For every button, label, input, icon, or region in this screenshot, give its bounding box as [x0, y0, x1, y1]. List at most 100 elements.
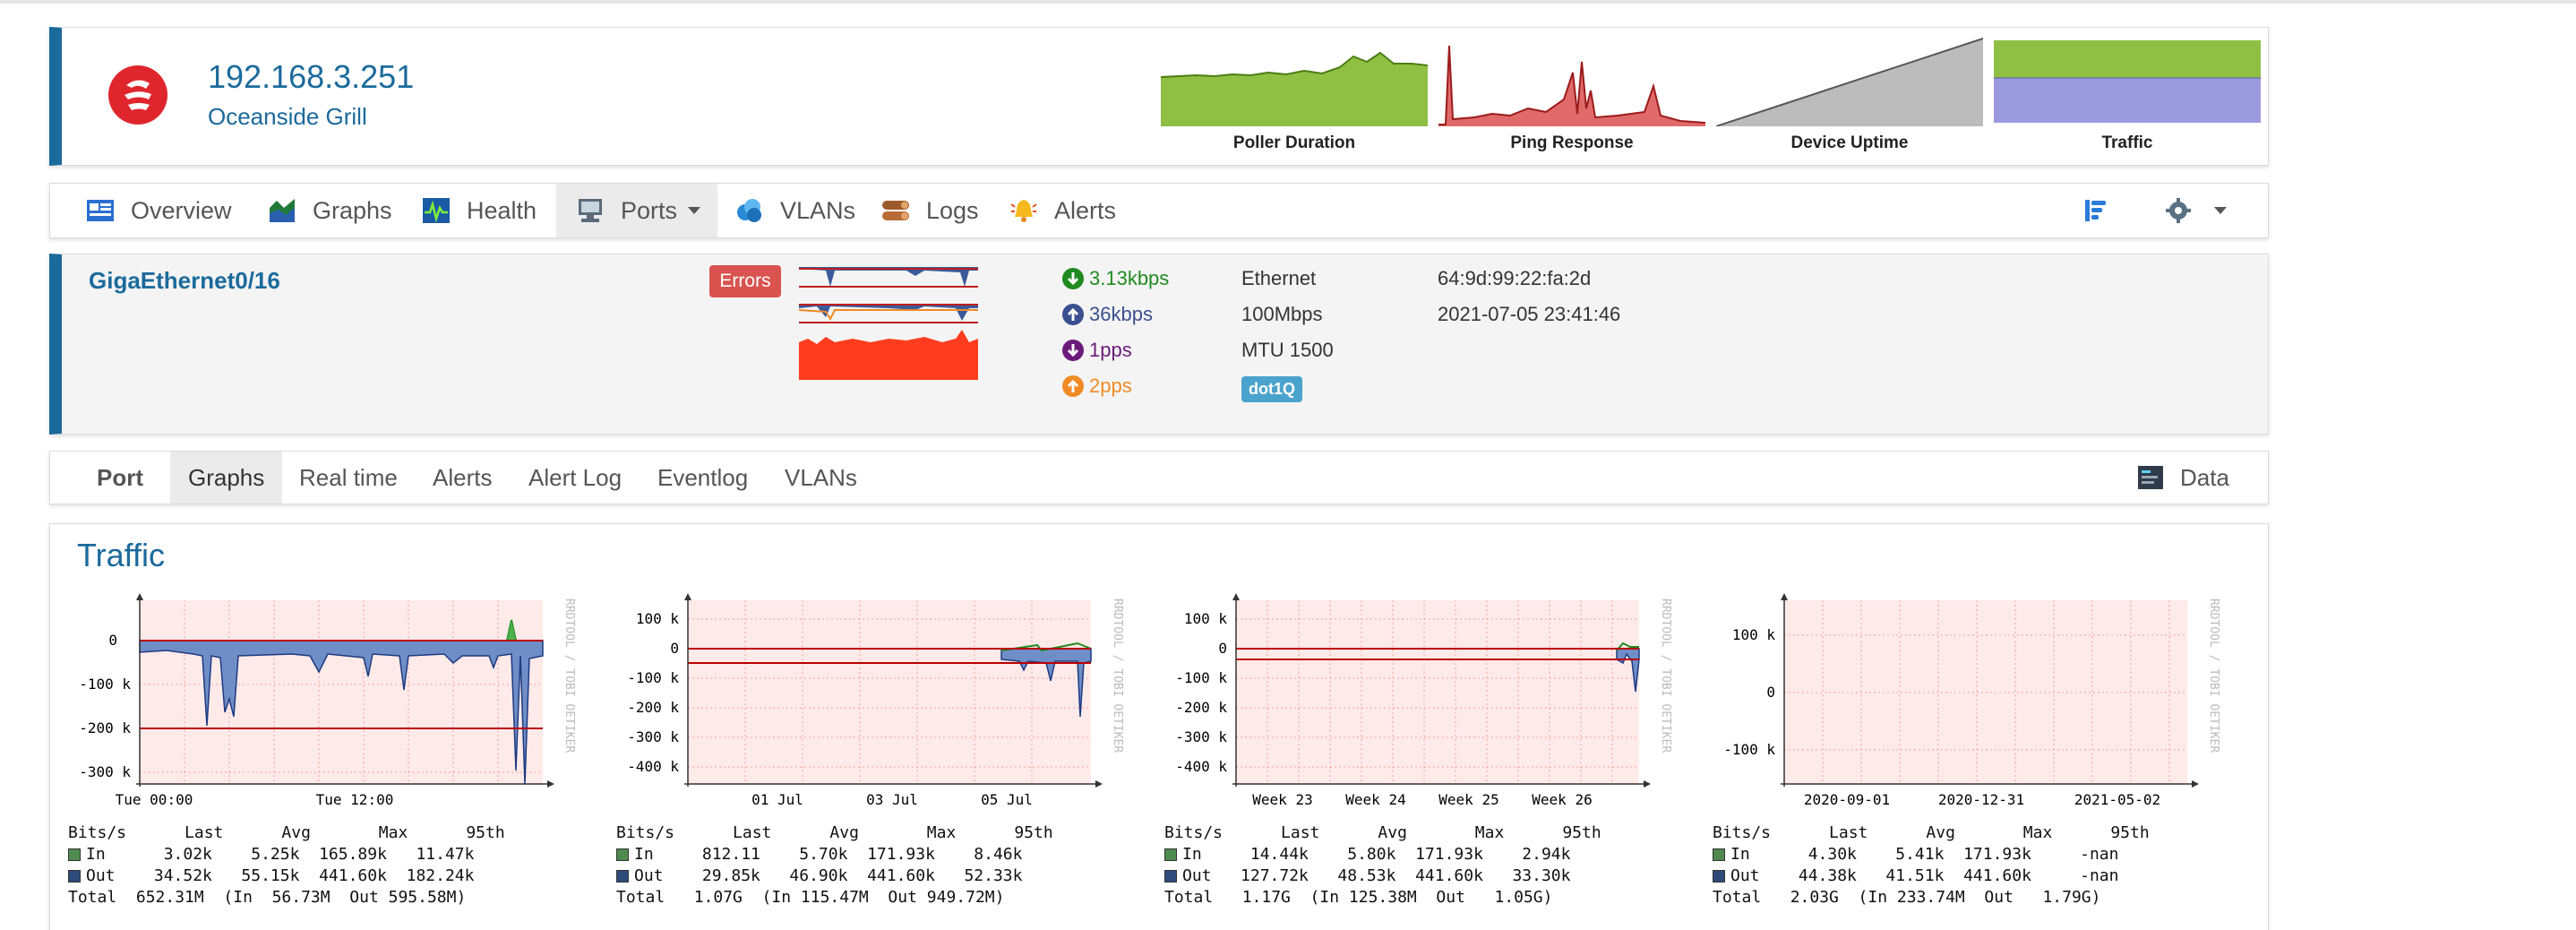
y-tick: -100 k	[79, 676, 131, 693]
legend-in-row: In 14.44k 5.80k 171.93k 2.94k	[1182, 845, 1571, 864]
device-header: 192.168.3.251 Oceanside Grill Poller Dur…	[49, 27, 2269, 166]
out-swatch	[1164, 870, 1177, 883]
nav-label: Health	[467, 196, 537, 224]
legend-header: Bits/s Last Avg Max 95th	[68, 823, 505, 842]
y-tick: 100 k	[1184, 610, 1228, 627]
nav-label: VLANs	[780, 196, 856, 224]
minigraph-label: Device Uptime	[1790, 133, 1909, 152]
nav-graphs[interactable]: Graphs	[268, 184, 392, 237]
y-tick: -300 k	[1175, 728, 1227, 745]
in-swatch	[68, 848, 81, 861]
nav-list-button[interactable]	[2082, 184, 2126, 237]
port-in-pps: 1pps	[1062, 339, 1132, 362]
data-button[interactable]: Data	[2119, 452, 2247, 504]
minigraph-label: Traffic	[2101, 133, 2153, 152]
alerts-icon	[1010, 200, 1037, 222]
out-swatch	[616, 870, 629, 883]
tab-alerts[interactable]: Alerts	[415, 452, 510, 504]
nav-settings-button[interactable]	[2164, 184, 2227, 237]
rrdtool-watermark: RRDTOOL / TOBI OETIKER	[1659, 598, 1672, 753]
in-swatch	[1713, 848, 1725, 861]
in-swatch	[616, 848, 629, 861]
in-swatch	[1164, 848, 1177, 861]
gear-icon	[2166, 198, 2191, 223]
tab-real-time[interactable]: Real time	[281, 452, 416, 504]
subnav-brand-port[interactable]: Port	[79, 452, 161, 504]
vlans-icon	[737, 199, 761, 222]
arrow-up-icon	[1062, 375, 1084, 397]
legend-out-row: Out 44.38k 41.51k 441.60k -nan	[1730, 866, 2119, 885]
legend-in-row: In 3.02k 5.25k 165.89k 11.47k	[86, 845, 475, 864]
port-last-change: 2021-07-05 23:41:46	[1438, 303, 1621, 325]
nav-overview[interactable]: Overview	[86, 184, 232, 237]
graph-legend: Bits/s Last Avg Max 95th In 4.30k 5.41k 1…	[1713, 822, 2150, 908]
port-out-rate: 36kbps	[1062, 303, 1153, 326]
x-tick: Week 25	[1438, 791, 1498, 808]
y-tick: -200 k	[79, 719, 131, 736]
vlan-tag-badge: dot1Q	[1241, 376, 1302, 402]
port-out-pps: 2pps	[1062, 375, 1132, 398]
port-sparkline-graphs[interactable]	[799, 263, 978, 380]
traffic-graph-day[interactable]: 0 -100 k -200 k -300 k Tue 00:00 Tue 12:…	[59, 591, 579, 930]
graph-legend: Bits/s Last Avg Max 95th In 812.11 5.70k …	[616, 822, 1053, 908]
y-tick: -100 k	[627, 669, 679, 686]
ping-response-minigraph[interactable]: Ping Response	[1438, 37, 1705, 167]
port-in-rate: 3.13kbps	[1062, 267, 1169, 290]
port-speed: 100Mbps	[1241, 303, 1323, 325]
x-tick: Week 26	[1532, 791, 1592, 808]
out-rate-value: 36kbps	[1089, 303, 1153, 325]
arrow-down-icon	[1062, 268, 1084, 289]
tab-graphs[interactable]: Graphs	[170, 452, 283, 504]
tab-alert-log[interactable]: Alert Log	[511, 452, 640, 504]
minigraph-label: Poller Duration	[1232, 133, 1356, 152]
nav-label: Ports	[621, 196, 678, 224]
y-tick: -200 k	[627, 699, 679, 716]
legend-header: Bits/s Last Avg Max 95th	[1713, 823, 2150, 842]
x-tick: 2020-09-01	[1804, 791, 1890, 808]
y-tick: -400 k	[627, 758, 679, 775]
nav-label: Overview	[131, 196, 232, 224]
out-swatch	[68, 870, 81, 883]
data-table-icon	[2138, 466, 2163, 489]
device-logo-icon	[108, 65, 167, 125]
device-uptime-minigraph[interactable]: Device Uptime	[1716, 37, 1983, 167]
y-tick: 0	[1218, 640, 1227, 657]
tab-vlans[interactable]: VLANs	[767, 452, 875, 504]
graphs-icon	[270, 199, 295, 222]
port-name-link[interactable]: GigaEthernet0/16	[89, 267, 280, 295]
graph-legend: Bits/s Last Avg Max 95th In 14.44k 5.80k …	[1164, 822, 1601, 908]
traffic-graph-year[interactable]: 100 k 0 -100 k 2020-09-01 2020-12-31 202…	[1704, 591, 2223, 930]
nav-health[interactable]: Health	[422, 184, 537, 237]
nav-ports[interactable]: Ports	[556, 184, 717, 237]
device-hostname[interactable]: 192.168.3.251	[208, 58, 414, 96]
nav-label: Logs	[926, 196, 979, 224]
device-nav-bar: Overview Graphs Health Ports VLANs Logs …	[49, 183, 2269, 238]
nav-logs[interactable]: Logs	[881, 184, 979, 237]
out-pps-value: 2pps	[1089, 375, 1132, 397]
logs-icon	[882, 201, 909, 220]
x-tick: Tue 12:00	[316, 791, 394, 808]
x-tick: Week 23	[1252, 791, 1312, 808]
port-type: Ethernet	[1241, 267, 1317, 289]
y-tick: 100 k	[636, 610, 680, 627]
arrow-up-icon	[1062, 304, 1084, 325]
health-icon	[423, 198, 450, 223]
tab-eventlog[interactable]: Eventlog	[640, 452, 766, 504]
traffic-graph-month[interactable]: 100 k 0 -100 k -200 k -300 k -400 k Week…	[1155, 591, 1675, 930]
rrdtool-watermark: RRDTOOL / TOBI OETIKER	[1111, 598, 1124, 753]
minigraph-label: Ping Response	[1510, 133, 1634, 152]
ports-icon	[579, 199, 602, 222]
nav-vlans[interactable]: VLANs	[735, 184, 855, 237]
traffic-panel: Traffic 0 -100 k -200 k -300 k Tue 00:00…	[49, 523, 2269, 930]
port-summary-panel: GigaEthernet0/16 Errors 3.13kbps 36kbps …	[49, 254, 2269, 435]
traffic-minigraph[interactable]: Traffic	[1994, 37, 2261, 167]
legend-header: Bits/s Last Avg Max 95th	[1164, 823, 1601, 842]
poller-duration-minigraph[interactable]: Poller Duration	[1161, 37, 1428, 167]
rrdtool-watermark: RRDTOOL / TOBI OETIKER	[562, 598, 576, 753]
overview-icon	[87, 200, 114, 221]
y-tick: 100 k	[1732, 626, 1776, 643]
nav-alerts[interactable]: Alerts	[1009, 184, 1116, 237]
traffic-graph-week[interactable]: 100 k 0 -100 k -200 k -300 k -400 k 01 J…	[607, 591, 1127, 930]
chevron-down-icon	[688, 207, 701, 214]
legend-out-row: Out 29.85k 46.90k 441.60k 52.33k	[634, 866, 1023, 885]
